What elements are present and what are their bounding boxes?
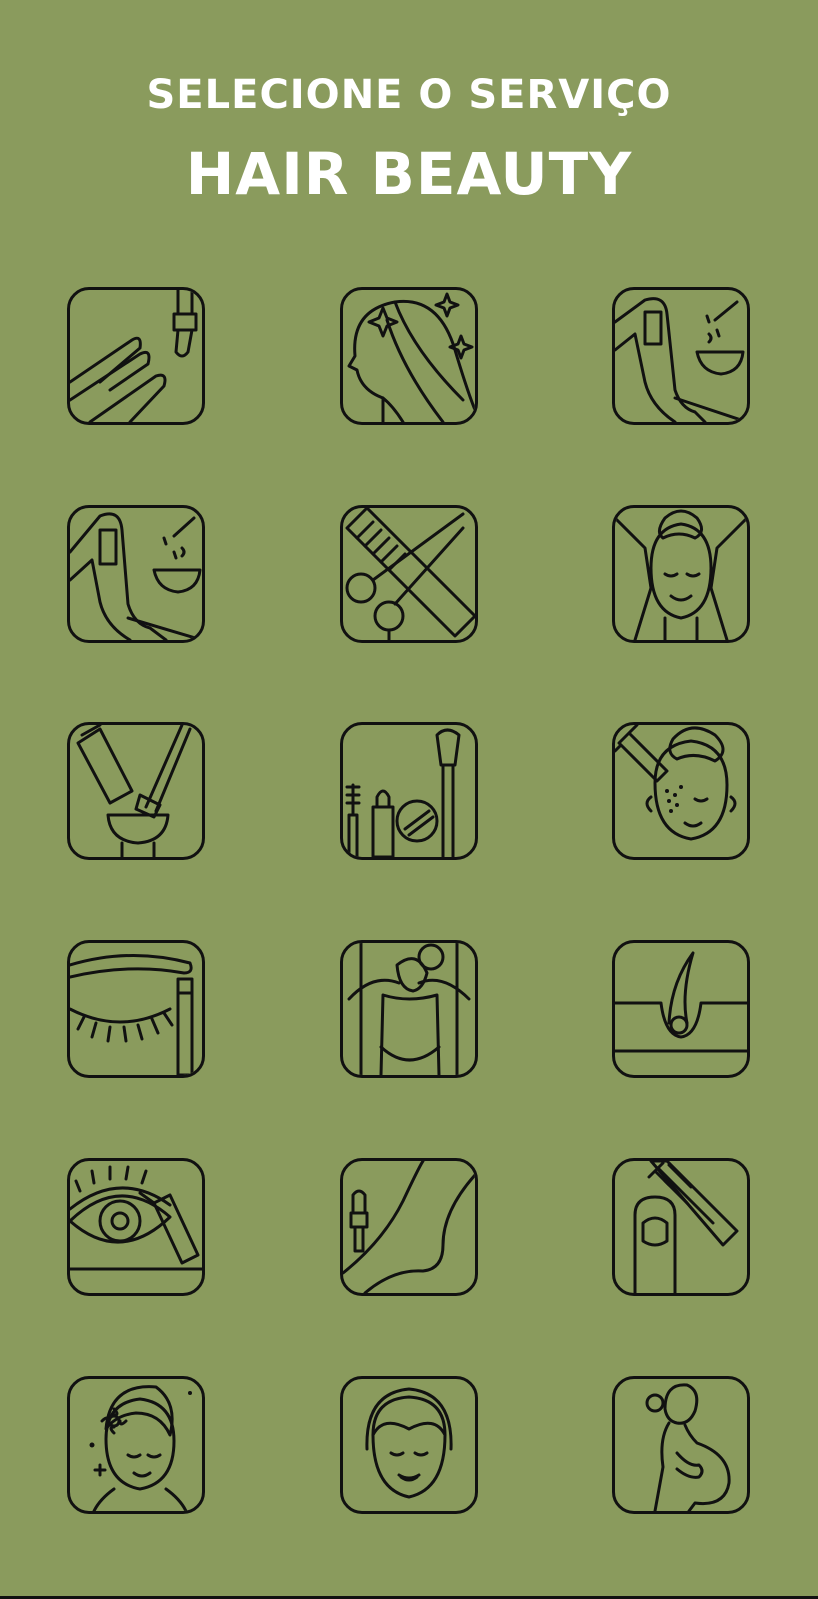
service-button-hair[interactable] [340, 287, 478, 425]
flower-facial-icon [89, 1385, 192, 1511]
service-button-towel-facial[interactable] [340, 1376, 478, 1514]
service-button-body-wax[interactable] [67, 505, 205, 643]
pedicure-icon [343, 1161, 475, 1293]
eye-makeup-icon [70, 1165, 202, 1271]
pregnancy-icon [645, 1383, 731, 1511]
comb-scissors-icon [345, 508, 475, 640]
hair-shine-icon [347, 292, 475, 422]
service-button-face-massage[interactable] [612, 505, 750, 643]
service-button-spa[interactable] [340, 940, 478, 1078]
eyelash-icon [70, 954, 194, 1075]
body-massage-icon [347, 943, 471, 1075]
towel-facial-icon [365, 1387, 453, 1499]
service-button-manicure[interactable] [612, 1158, 750, 1296]
service-button-eyebrow[interactable] [67, 940, 205, 1078]
service-button-haircut[interactable] [340, 505, 478, 643]
leg-wax-icon [615, 297, 747, 422]
service-grid [0, 0, 818, 1599]
service-button-hair-removal[interactable] [612, 940, 750, 1078]
facial-injection-icon [615, 725, 737, 841]
service-button-hair-coloring[interactable] [67, 722, 205, 860]
hair-removal-icon [615, 951, 747, 1053]
nail-file-icon [633, 1161, 739, 1293]
service-button-eye-makeup[interactable] [67, 1158, 205, 1296]
service-button-pedicure[interactable] [340, 1158, 478, 1296]
makeup-icon [345, 728, 461, 857]
service-button-pregnancy[interactable] [612, 1376, 750, 1514]
nail-polish-icon [70, 290, 198, 422]
service-button-flower-facial[interactable] [67, 1376, 205, 1514]
hair-dye-icon [76, 725, 192, 857]
face-massage-icon [615, 509, 747, 640]
service-button-makeup[interactable] [340, 722, 478, 860]
service-button-facial-treatment[interactable] [612, 722, 750, 860]
body-wax-icon [70, 512, 202, 640]
service-button-leg-wax[interactable] [612, 287, 750, 425]
service-button-nail-polish[interactable] [67, 287, 205, 425]
